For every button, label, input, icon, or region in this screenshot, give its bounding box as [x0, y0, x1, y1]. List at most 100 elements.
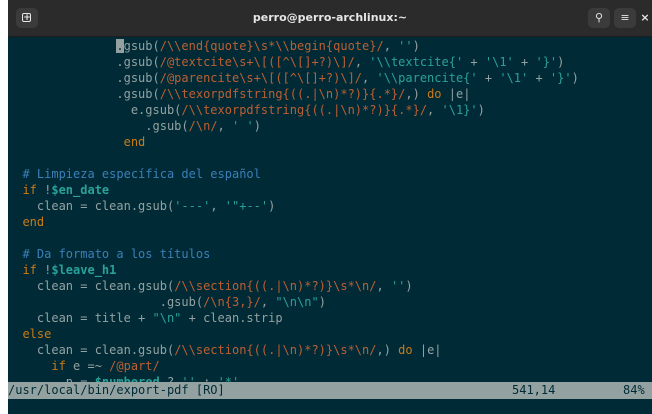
code-token: if	[22, 183, 37, 197]
code-token: clean = clean.gsub(	[36, 343, 175, 357]
code-line: .gsub(/\n{3,}/, "\n\n")	[8, 294, 326, 310]
code-token: if	[51, 359, 66, 373]
code-token: )	[557, 55, 565, 69]
code-token: '"+--'	[224, 199, 269, 213]
code-token: ,	[383, 39, 399, 53]
title-bar: + perro@perro-archlinux:~ ⚲ ≡ ×	[8, 0, 652, 37]
code-line: .gsub(/\\end{quote}\s*\\begin{quote}/, '…	[8, 38, 420, 54]
code-token: |e|	[412, 343, 442, 357]
code-token: else	[22, 327, 52, 341]
code-token: /\n{3,}/	[203, 295, 261, 309]
code-token: ''	[398, 39, 413, 53]
code-line: clean = clean.gsub(/\\section{((.|\n)*?)…	[8, 342, 442, 358]
code-line: if e =~ /@part/	[8, 358, 160, 374]
code-token: e =~	[65, 359, 110, 373]
code-token: +	[463, 55, 485, 69]
code-token: :	[195, 375, 218, 382]
code-line: clean = clean.gsub('---', '"+--')	[8, 198, 275, 214]
vim-command-line[interactable]	[8, 399, 652, 414]
code-token: '\\textcite{'	[369, 55, 464, 69]
code-token: /@parencite\s+\[([^\[]+?)\]/	[159, 71, 363, 85]
code-token: +	[528, 71, 550, 85]
close-button[interactable]: ×	[638, 8, 652, 28]
code-token: ,	[210, 199, 225, 213]
code-line: clean = clean.gsub(/\\section{((.|\n)*?)…	[8, 278, 413, 294]
code-token: )	[571, 71, 579, 85]
search-icon: ⚲	[594, 11, 604, 24]
code-token: /\\section{((.|\n)*?)}\s*\n/	[174, 279, 377, 293]
menu-button[interactable]: ≡	[614, 8, 636, 28]
code-line: end	[8, 214, 44, 230]
code-token: )	[477, 103, 485, 117]
code-token: '---'	[174, 199, 211, 213]
text-cursor: .	[116, 39, 124, 53]
code-token: '\\parencite{'	[376, 71, 478, 85]
code-token: '}'	[535, 55, 558, 69]
code-token: ''	[390, 279, 406, 293]
code-line: # Limpieza específica del español	[8, 166, 261, 182]
code-token: '\1'	[484, 55, 514, 69]
code-token: ,	[260, 295, 276, 309]
statusline-filename: /usr/local/bin/export-pdf [RO]	[8, 383, 225, 397]
code-token: # Limpieza específica del español	[22, 167, 261, 181]
code-token: clean = title +	[36, 311, 153, 325]
search-button[interactable]: ⚲	[588, 8, 610, 28]
code-token: '*'	[217, 375, 240, 382]
code-token: e.gsub(	[130, 103, 182, 117]
code-token: /\\section{((.|\n)*?)}\s*\n/	[174, 343, 377, 357]
code-token: .gsub(	[159, 295, 204, 309]
code-line: .gsub(/@textcite\s+\[([^\[]+?)\]/, '\\te…	[8, 54, 564, 70]
code-token: +	[477, 71, 500, 85]
code-token: ,	[362, 71, 377, 85]
code-token: /\\end{quote}\s*\\begin{quote}/	[159, 39, 384, 53]
code-token: do	[398, 343, 413, 357]
code-token: if	[22, 263, 37, 277]
code-line: e.gsub(/\\texorpdfstring{((.|\n)*?)}{.*}…	[8, 102, 485, 118]
code-token: + clean.strip	[181, 311, 283, 325]
code-token: ,)	[405, 87, 428, 101]
code-line: else	[8, 326, 51, 342]
window-title: perro@perro-archlinux:~	[252, 11, 408, 24]
code-token: $leave_h1	[51, 263, 117, 277]
code-token: ''	[181, 375, 196, 382]
hamburger-menu-icon: ≡	[620, 11, 630, 24]
code-token: .gsub(	[116, 71, 160, 85]
code-token: ,	[217, 119, 232, 133]
vim-editor-buffer[interactable]: .gsub(/\\end{quote}\s*\\begin{quote}/, '…	[8, 36, 652, 382]
code-token: $en_date	[51, 183, 110, 197]
code-token: |e|	[441, 87, 471, 101]
code-line: end	[8, 134, 146, 150]
code-token: .gsub(	[116, 87, 160, 101]
code-line: # Da formato a los títulos	[8, 246, 210, 262]
code-token: clean = clean.gsub(	[36, 199, 175, 213]
code-line: clean = title + "\n" + clean.strip	[8, 310, 283, 326]
code-line: n = $numbered ? '' : '*'	[8, 374, 239, 382]
code-token: clean = clean.gsub(	[36, 279, 175, 293]
code-token: )	[405, 279, 413, 293]
code-token: )	[318, 295, 326, 309]
code-token: !	[36, 263, 52, 277]
code-token: ,)	[376, 343, 399, 357]
code-token: )	[412, 39, 420, 53]
code-token: # Da formato a los títulos	[22, 247, 211, 261]
code-token: "\n\n"	[275, 295, 319, 309]
code-token: /@textcite\s+\[([^\[]+?)\]/	[159, 55, 355, 69]
code-token: /@part/	[109, 359, 160, 373]
code-token: ?	[159, 375, 182, 382]
code-token: ,	[427, 103, 442, 117]
code-token: "\n"	[152, 311, 182, 325]
code-token: /\\texorpdfstring{((.|\n)*?)}{.*}/	[181, 103, 428, 117]
code-token: .gsub(	[145, 119, 189, 133]
vim-statusline: /usr/local/bin/export-pdf [RO] 541,14 84…	[8, 382, 652, 399]
code-token: end	[123, 135, 146, 149]
code-token: gsub(	[123, 39, 160, 53]
code-token: /\n/	[188, 119, 218, 133]
close-icon: ×	[640, 11, 650, 24]
code-token: ,	[354, 55, 370, 69]
code-token: ,	[376, 279, 391, 293]
code-line: .gsub(/@parencite\s+\[([^\[]+?)\]/, '\\p…	[8, 70, 579, 86]
code-token: ' '	[232, 119, 254, 133]
code-line: .gsub(/\n/, ' ')	[8, 118, 261, 134]
statusline-cursor-position: 541,14	[512, 383, 556, 397]
code-token: '}'	[549, 71, 572, 85]
